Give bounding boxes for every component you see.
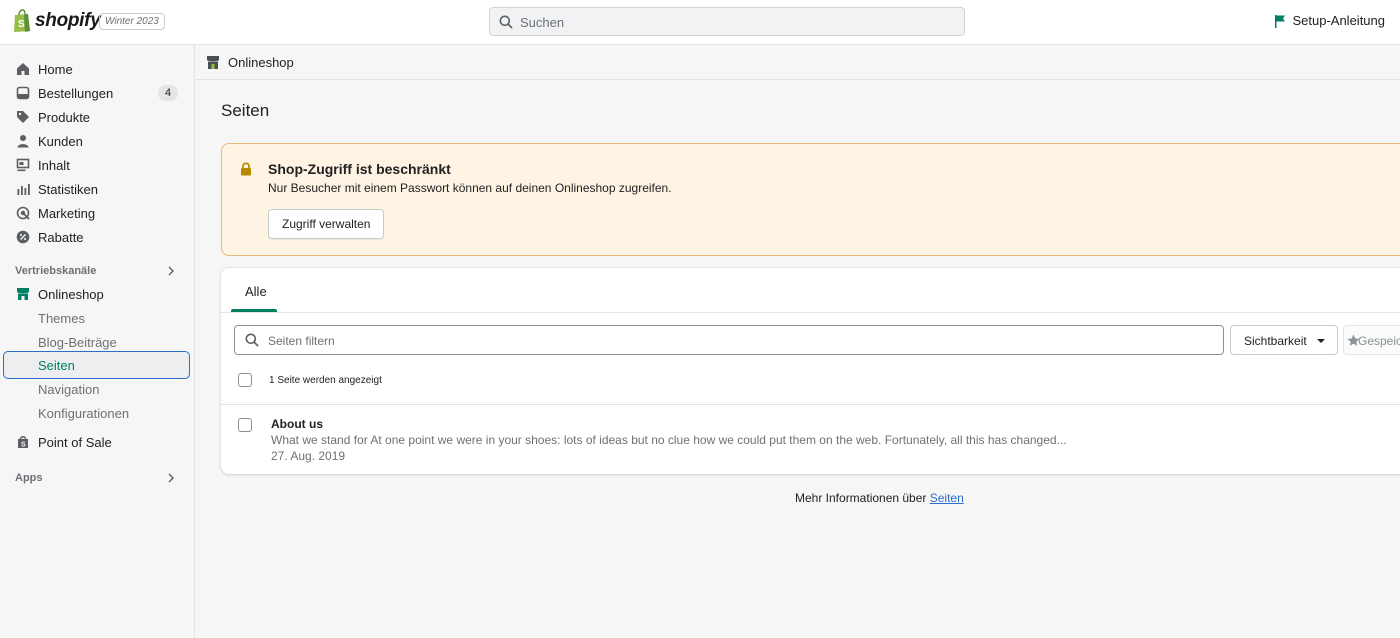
sidebar-subitem-navigation[interactable]: Navigation <box>38 382 99 397</box>
sidebar: Home Bestellungen 4 Produkte Kunden Inha… <box>0 45 195 638</box>
sidebar-subitem-pages[interactable]: Seiten <box>3 351 190 379</box>
banner-message: Nur Besucher mit einem Passwort können a… <box>268 181 672 195</box>
tabs-divider <box>221 312 1400 313</box>
sidebar-item-label: Home <box>38 61 73 77</box>
sidebar-item-label: Onlineshop <box>38 286 104 302</box>
search-icon <box>499 15 513 29</box>
discount-icon <box>15 229 31 245</box>
sidebar-item-analytics[interactable]: Statistiken <box>15 179 98 199</box>
shopify-bag-icon: S <box>14 9 30 32</box>
content-icon <box>15 157 31 173</box>
pages-card: Alle Seiten filtern Sichtbarkeit Gespeic… <box>221 268 1400 474</box>
sidebar-item-onlineshop[interactable]: Onlineshop <box>15 284 104 304</box>
sidebar-item-label: Inhalt <box>38 157 70 173</box>
footer-help: Mehr Informationen über Seiten <box>795 491 964 505</box>
tab-label: Alle <box>245 284 267 299</box>
setup-guide-label: Setup-Anleitung <box>1292 13 1385 28</box>
sidebar-item-customers[interactable]: Kunden <box>15 131 83 151</box>
sidebar-item-home[interactable]: Home <box>15 59 73 79</box>
home-icon <box>15 61 31 77</box>
page-title: Seiten <box>221 101 270 120</box>
saved-views-button[interactable]: Gespeic <box>1343 325 1400 355</box>
sales-channels-heading: Vertriebskanäle <box>15 265 97 277</box>
breadcrumb: Onlineshop <box>196 45 1400 80</box>
bar-chart-icon <box>15 181 31 197</box>
apps-heading: Apps <box>15 472 43 484</box>
page-row-title[interactable]: About us <box>271 417 323 431</box>
sidebar-item-marketing[interactable]: Marketing <box>15 203 95 223</box>
svg-text:S: S <box>18 19 25 30</box>
edition-badge: Winter 2023 <box>99 13 165 30</box>
filter-placeholder: Seiten filtern <box>268 334 335 348</box>
sidebar-item-label: Point of Sale <box>38 434 112 450</box>
flag-icon <box>1275 14 1286 28</box>
sidebar-subitem-label: Seiten <box>38 358 75 373</box>
sidebar-item-label: Marketing <box>38 205 96 221</box>
sidebar-item-content[interactable]: Inhalt <box>15 155 70 175</box>
sidebar-item-discounts[interactable]: Rabatte <box>15 227 84 247</box>
footer-pages-link[interactable]: Seiten <box>930 491 964 505</box>
shopify-logo[interactable]: S shopify <box>12 9 101 33</box>
lock-icon <box>241 162 251 176</box>
sidebar-item-label: Bestellungen <box>38 85 114 101</box>
result-count: 1 Seite werden angezeigt <box>269 375 382 386</box>
orders-icon <box>15 85 31 101</box>
sidebar-subitem-blog-posts[interactable]: Blog-Beiträge <box>38 335 117 350</box>
chevron-right-icon[interactable] <box>166 266 176 276</box>
person-icon <box>15 133 31 149</box>
visibility-filter-button[interactable]: Sichtbarkeit <box>1230 325 1338 355</box>
sidebar-item-point-of-sale[interactable]: S Point of Sale <box>15 432 112 452</box>
access-restricted-banner: Shop-Zugriff ist beschränkt Nur Besucher… <box>221 143 1400 256</box>
visibility-label: Sichtbarkeit <box>1244 334 1307 348</box>
page-row-description: What we stand for At one point we were i… <box>271 433 1067 447</box>
banner-title: Shop-Zugriff ist beschränkt <box>268 161 451 177</box>
sidebar-item-label: Produkte <box>38 109 91 125</box>
store-icon <box>207 56 219 69</box>
sidebar-subitem-themes[interactable]: Themes <box>38 311 85 326</box>
row-checkbox[interactable] <box>238 418 252 432</box>
tag-icon <box>15 109 31 125</box>
filter-pages-input[interactable]: Seiten filtern <box>234 325 1224 355</box>
sidebar-item-label: Statistiken <box>38 181 98 197</box>
saved-label: Gespeic <box>1358 334 1400 348</box>
global-search-input[interactable]: Suchen <box>489 7 965 36</box>
footer-text: Mehr Informationen über <box>795 491 930 505</box>
sidebar-item-label: Rabatte <box>38 229 84 245</box>
sidebar-subitem-preferences[interactable]: Konfigurationen <box>38 406 129 421</box>
orders-count-badge: 4 <box>158 85 178 101</box>
chevron-right-icon[interactable] <box>166 473 176 483</box>
pos-bag-icon: S <box>15 434 31 450</box>
tab-all[interactable]: Alle <box>231 268 277 312</box>
search-icon <box>245 333 259 347</box>
breadcrumb-label[interactable]: Onlineshop <box>228 55 294 70</box>
top-bar: S shopify Winter 2023 Suchen Setup-Anlei… <box>0 0 1400 45</box>
sidebar-item-products[interactable]: Produkte <box>15 107 90 127</box>
setup-guide-link[interactable]: Setup-Anleitung <box>1274 13 1385 28</box>
sidebar-item-label: Kunden <box>38 133 83 149</box>
row-divider <box>221 404 1400 405</box>
store-icon <box>15 286 31 302</box>
svg-text:S: S <box>21 442 26 449</box>
page-row-date: 27. Aug. 2019 <box>271 449 346 463</box>
brand-name: shopify <box>35 10 101 31</box>
caret-down-icon <box>1317 339 1325 343</box>
search-placeholder: Suchen <box>520 15 565 30</box>
manage-access-button[interactable]: Zugriff verwalten <box>268 209 385 239</box>
sidebar-item-orders[interactable]: Bestellungen <box>15 83 113 103</box>
target-icon <box>15 205 31 221</box>
select-all-checkbox[interactable] <box>238 373 252 387</box>
